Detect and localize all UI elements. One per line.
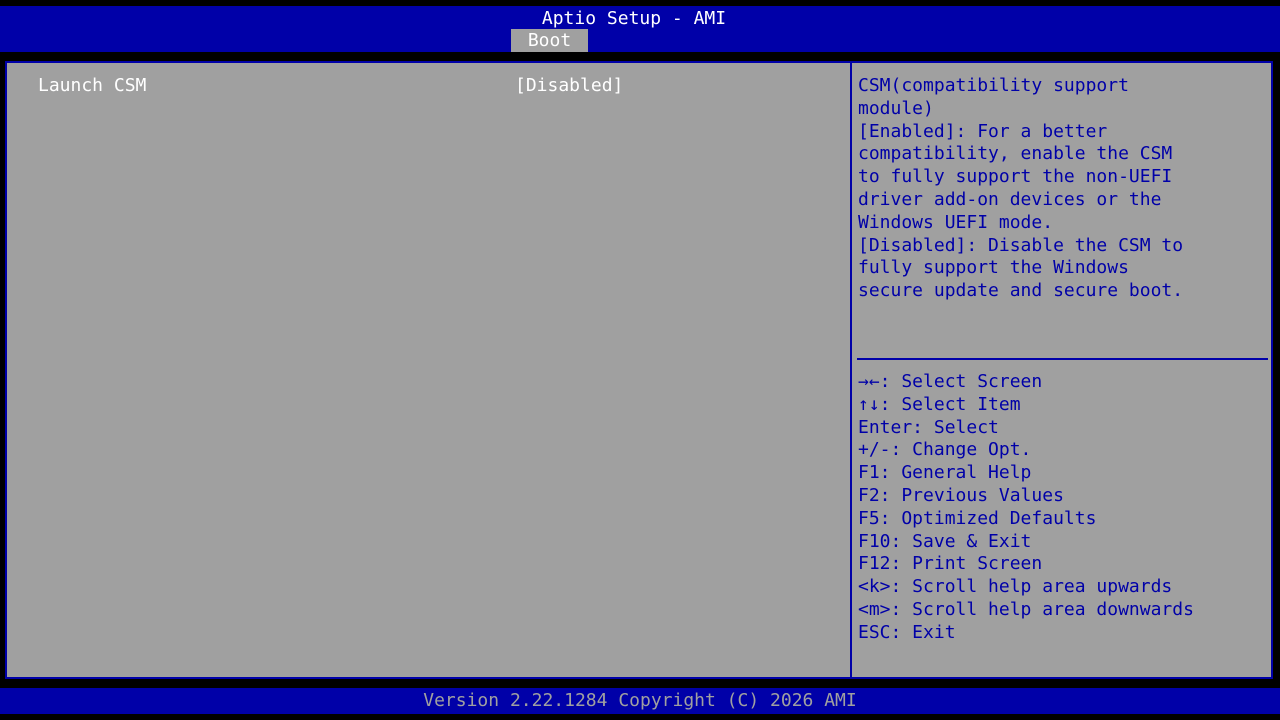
help-line: driver add-on devices or the	[858, 188, 1162, 210]
key-f12: F12: Print Screen	[858, 553, 1043, 575]
panel-divider	[850, 63, 852, 677]
version-text: Version 2.22.1284 Copyright (C) 2026 AMI	[423, 690, 857, 711]
help-divider	[857, 358, 1268, 360]
key-f1: F1: General Help	[858, 462, 1032, 484]
key-f10: F10: Save & Exit	[858, 530, 1032, 552]
key-scroll-down: <m>: Scroll help area downwards	[858, 598, 1194, 620]
footer-bar: Version 2.22.1284 Copyright (C) 2026 AMI	[0, 688, 1280, 714]
launch-csm-value[interactable]: [Disabled]	[515, 75, 623, 98]
key-legend: →←: Select Screen ↑↓: Select Item Enter:…	[858, 371, 1268, 645]
help-panel: CSM(compatibility support module) [Enabl…	[858, 75, 1268, 303]
help-line: secure update and secure boot.	[858, 280, 1184, 302]
key-enter: Enter: Select	[858, 416, 999, 438]
key-f2: F2: Previous Values	[858, 484, 1064, 506]
app-title: Aptio Setup - AMI	[541, 8, 727, 29]
main-area: Launch CSM [Disabled] CSM(compatibility …	[0, 52, 1280, 688]
key-change-opt: +/-: Change Opt.	[858, 439, 1032, 461]
key-select-item: ↑↓: Select Item	[858, 393, 1021, 415]
key-f5: F5: Optimized Defaults	[858, 507, 1097, 529]
help-line: [Disabled]: Disable the CSM to	[858, 234, 1184, 256]
tab-boot[interactable]: Boot	[511, 29, 588, 52]
help-line: fully support the Windows	[858, 257, 1129, 279]
header-bar: Aptio Setup - AMI Boot	[0, 6, 1280, 52]
help-line: module)	[858, 97, 934, 119]
key-esc: ESC: Exit	[858, 621, 956, 643]
key-scroll-up: <k>: Scroll help area upwards	[858, 576, 1173, 598]
help-line: Windows UEFI mode.	[858, 211, 1054, 233]
help-line: to fully support the non-UEFI	[858, 166, 1173, 188]
launch-csm-label[interactable]: Launch CSM	[38, 75, 146, 98]
setup-frame: Launch CSM [Disabled] CSM(compatibility …	[5, 61, 1273, 679]
help-line: compatibility, enable the CSM	[858, 143, 1173, 165]
help-line: [Enabled]: For a better	[858, 120, 1108, 142]
key-select-screen: →←: Select Screen	[858, 371, 1043, 392]
bottom-border	[0, 714, 1280, 720]
help-line: CSM(compatibility support	[858, 75, 1129, 96]
